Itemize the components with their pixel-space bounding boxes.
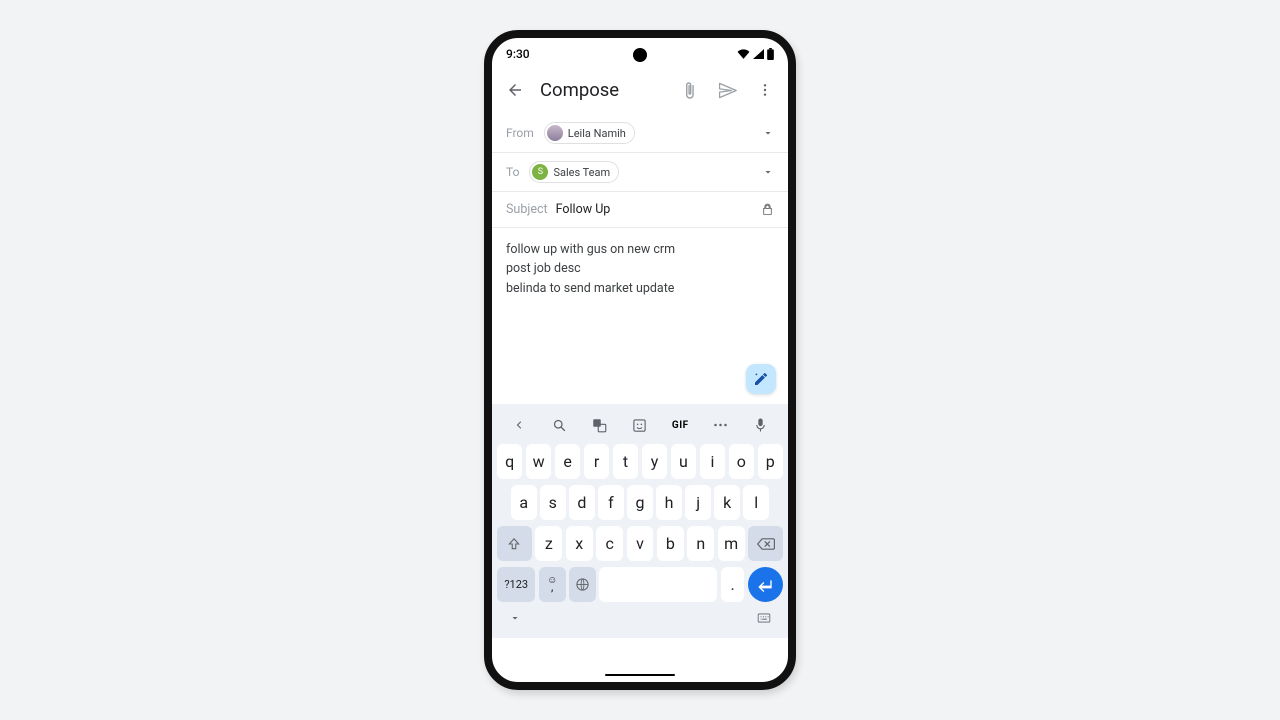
kb-translate-button[interactable]	[586, 411, 614, 439]
key-j[interactable]: j	[685, 485, 711, 520]
key-b[interactable]: b	[657, 526, 684, 561]
key-space[interactable]	[599, 567, 717, 602]
key-e[interactable]: e	[555, 444, 580, 479]
key-o[interactable]: o	[729, 444, 754, 479]
nav-bar	[497, 602, 783, 634]
key-d[interactable]: d	[569, 485, 595, 520]
subject-value[interactable]: Follow Up	[556, 202, 611, 217]
key-language[interactable]	[569, 567, 596, 602]
from-chip[interactable]: Leila Namih	[544, 122, 635, 144]
kb-more-button[interactable]	[707, 411, 735, 439]
to-chip[interactable]: S Sales Team	[529, 161, 619, 183]
key-emoji[interactable]: ☺,	[539, 567, 566, 602]
keyboard-rows: q w e r t y u i o p a s d f g h j k l	[497, 444, 783, 602]
key-k[interactable]: k	[714, 485, 740, 520]
app-bar: Compose	[492, 66, 788, 114]
key-u[interactable]: u	[671, 444, 696, 479]
clock: 9:30	[506, 47, 530, 61]
key-v[interactable]: v	[627, 526, 654, 561]
wifi-icon	[737, 49, 750, 59]
subject-label: Subject	[506, 202, 548, 217]
keyboard-toolbar: GIF	[497, 408, 783, 442]
key-l[interactable]: l	[743, 485, 769, 520]
to-row: To S Sales Team	[492, 153, 788, 192]
key-z[interactable]: z	[535, 526, 562, 561]
from-name: Leila Namih	[568, 127, 626, 140]
key-r[interactable]: r	[584, 444, 609, 479]
collapse-keyboard-button[interactable]	[509, 612, 521, 624]
key-i[interactable]: i	[700, 444, 725, 479]
kb-search-button[interactable]	[545, 411, 573, 439]
kb-row-4: ?123 ☺, .	[497, 567, 783, 602]
key-n[interactable]: n	[687, 526, 714, 561]
expand-to-button[interactable]	[762, 166, 774, 178]
status-icons	[737, 48, 774, 60]
key-x[interactable]: x	[566, 526, 593, 561]
ai-write-button[interactable]	[746, 364, 776, 394]
key-c[interactable]: c	[596, 526, 623, 561]
email-body[interactable]: follow up with gus on new crm post job d…	[492, 228, 788, 404]
key-enter[interactable]	[748, 567, 783, 602]
key-h[interactable]: h	[656, 485, 682, 520]
home-indicator[interactable]	[605, 674, 675, 677]
to-label: To	[506, 165, 519, 179]
from-row: From Leila Namih	[492, 114, 788, 153]
keyboard: GIF q w e r t y u i o p a s d f g	[492, 404, 788, 638]
subject-row: Subject Follow Up	[492, 192, 788, 228]
key-period[interactable]: .	[721, 567, 745, 602]
back-button[interactable]	[502, 77, 528, 103]
more-button[interactable]	[752, 77, 778, 103]
kb-row-1: q w e r t y u i o p	[497, 444, 783, 479]
key-w[interactable]: w	[526, 444, 551, 479]
app-title: Compose	[540, 79, 664, 101]
to-name: Sales Team	[553, 166, 610, 179]
kb-gif-button[interactable]: GIF	[666, 411, 694, 439]
send-button[interactable]	[714, 77, 740, 103]
camera-cutout	[633, 48, 647, 62]
battery-icon	[767, 48, 774, 60]
avatar: S	[532, 164, 548, 180]
from-label: From	[506, 126, 534, 140]
signal-icon	[753, 49, 764, 59]
key-p[interactable]: p	[758, 444, 783, 479]
key-g[interactable]: g	[627, 485, 653, 520]
key-q[interactable]: q	[497, 444, 522, 479]
key-a[interactable]: a	[511, 485, 537, 520]
key-backspace[interactable]	[748, 526, 783, 561]
kb-back-button[interactable]	[505, 411, 533, 439]
key-m[interactable]: m	[718, 526, 745, 561]
phone-frame: 9:30 Compose From Leila Namih	[484, 30, 796, 690]
lock-icon[interactable]	[761, 203, 774, 216]
key-shift[interactable]	[497, 526, 532, 561]
key-y[interactable]: y	[642, 444, 667, 479]
attach-button[interactable]	[676, 77, 702, 103]
body-text: follow up with gus on new crm post job d…	[506, 240, 774, 298]
keyboard-settings-button[interactable]	[757, 612, 771, 624]
key-symbols[interactable]: ?123	[497, 567, 535, 602]
key-f[interactable]: f	[598, 485, 624, 520]
avatar	[547, 125, 563, 141]
kb-row-3: z x c v b n m	[497, 526, 783, 561]
key-s[interactable]: s	[540, 485, 566, 520]
expand-from-button[interactable]	[762, 127, 774, 139]
kb-mic-button[interactable]	[747, 411, 775, 439]
kb-row-2: a s d f g h j k l	[497, 485, 783, 520]
kb-sticker-button[interactable]	[626, 411, 654, 439]
key-t[interactable]: t	[613, 444, 638, 479]
